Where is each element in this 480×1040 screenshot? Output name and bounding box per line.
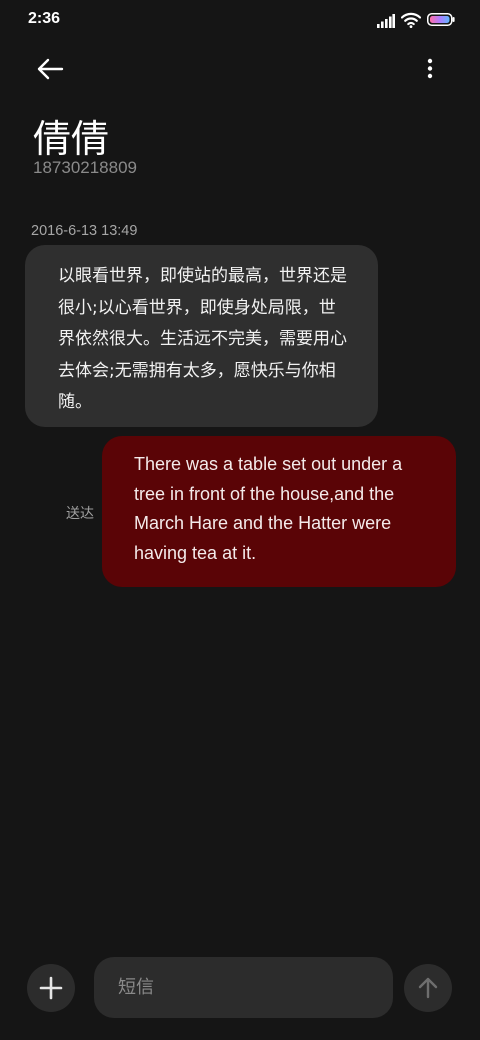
arrow-left-icon (37, 58, 64, 80)
incoming-message-text: 以眼看世界，即使站的最高，世界还是很小;以心看世界，即使身处局限，世界依然很大。… (58, 266, 347, 412)
wifi-icon (401, 12, 421, 28)
more-vertical-icon (427, 58, 433, 79)
contact-number: 18730218809 (33, 158, 138, 177)
arrow-up-icon (418, 977, 438, 999)
more-options-button[interactable] (418, 54, 442, 84)
message-timestamp: 2016-6-13 13:49 (31, 223, 138, 239)
message-input[interactable] (94, 957, 393, 1018)
signal-icon (377, 14, 395, 28)
back-button[interactable] (30, 52, 70, 86)
send-button[interactable] (404, 964, 452, 1012)
add-attachment-button[interactable] (27, 964, 75, 1012)
contact-name: 倩倩 (33, 117, 110, 161)
delivery-status: 送达 (66, 506, 94, 522)
status-bar: 2:36 (0, 0, 480, 40)
plus-icon (39, 976, 63, 1000)
incoming-message-bubble[interactable]: 以眼看世界，即使站的最高，世界还是很小;以心看世界，即使身处局限，世界依然很大。… (25, 245, 378, 427)
outgoing-message-text: There was a table set out under a tree i… (134, 454, 403, 563)
status-time: 2:36 (28, 10, 61, 27)
battery-icon (427, 13, 455, 26)
outgoing-message-bubble[interactable]: There was a table set out under a tree i… (102, 436, 456, 587)
